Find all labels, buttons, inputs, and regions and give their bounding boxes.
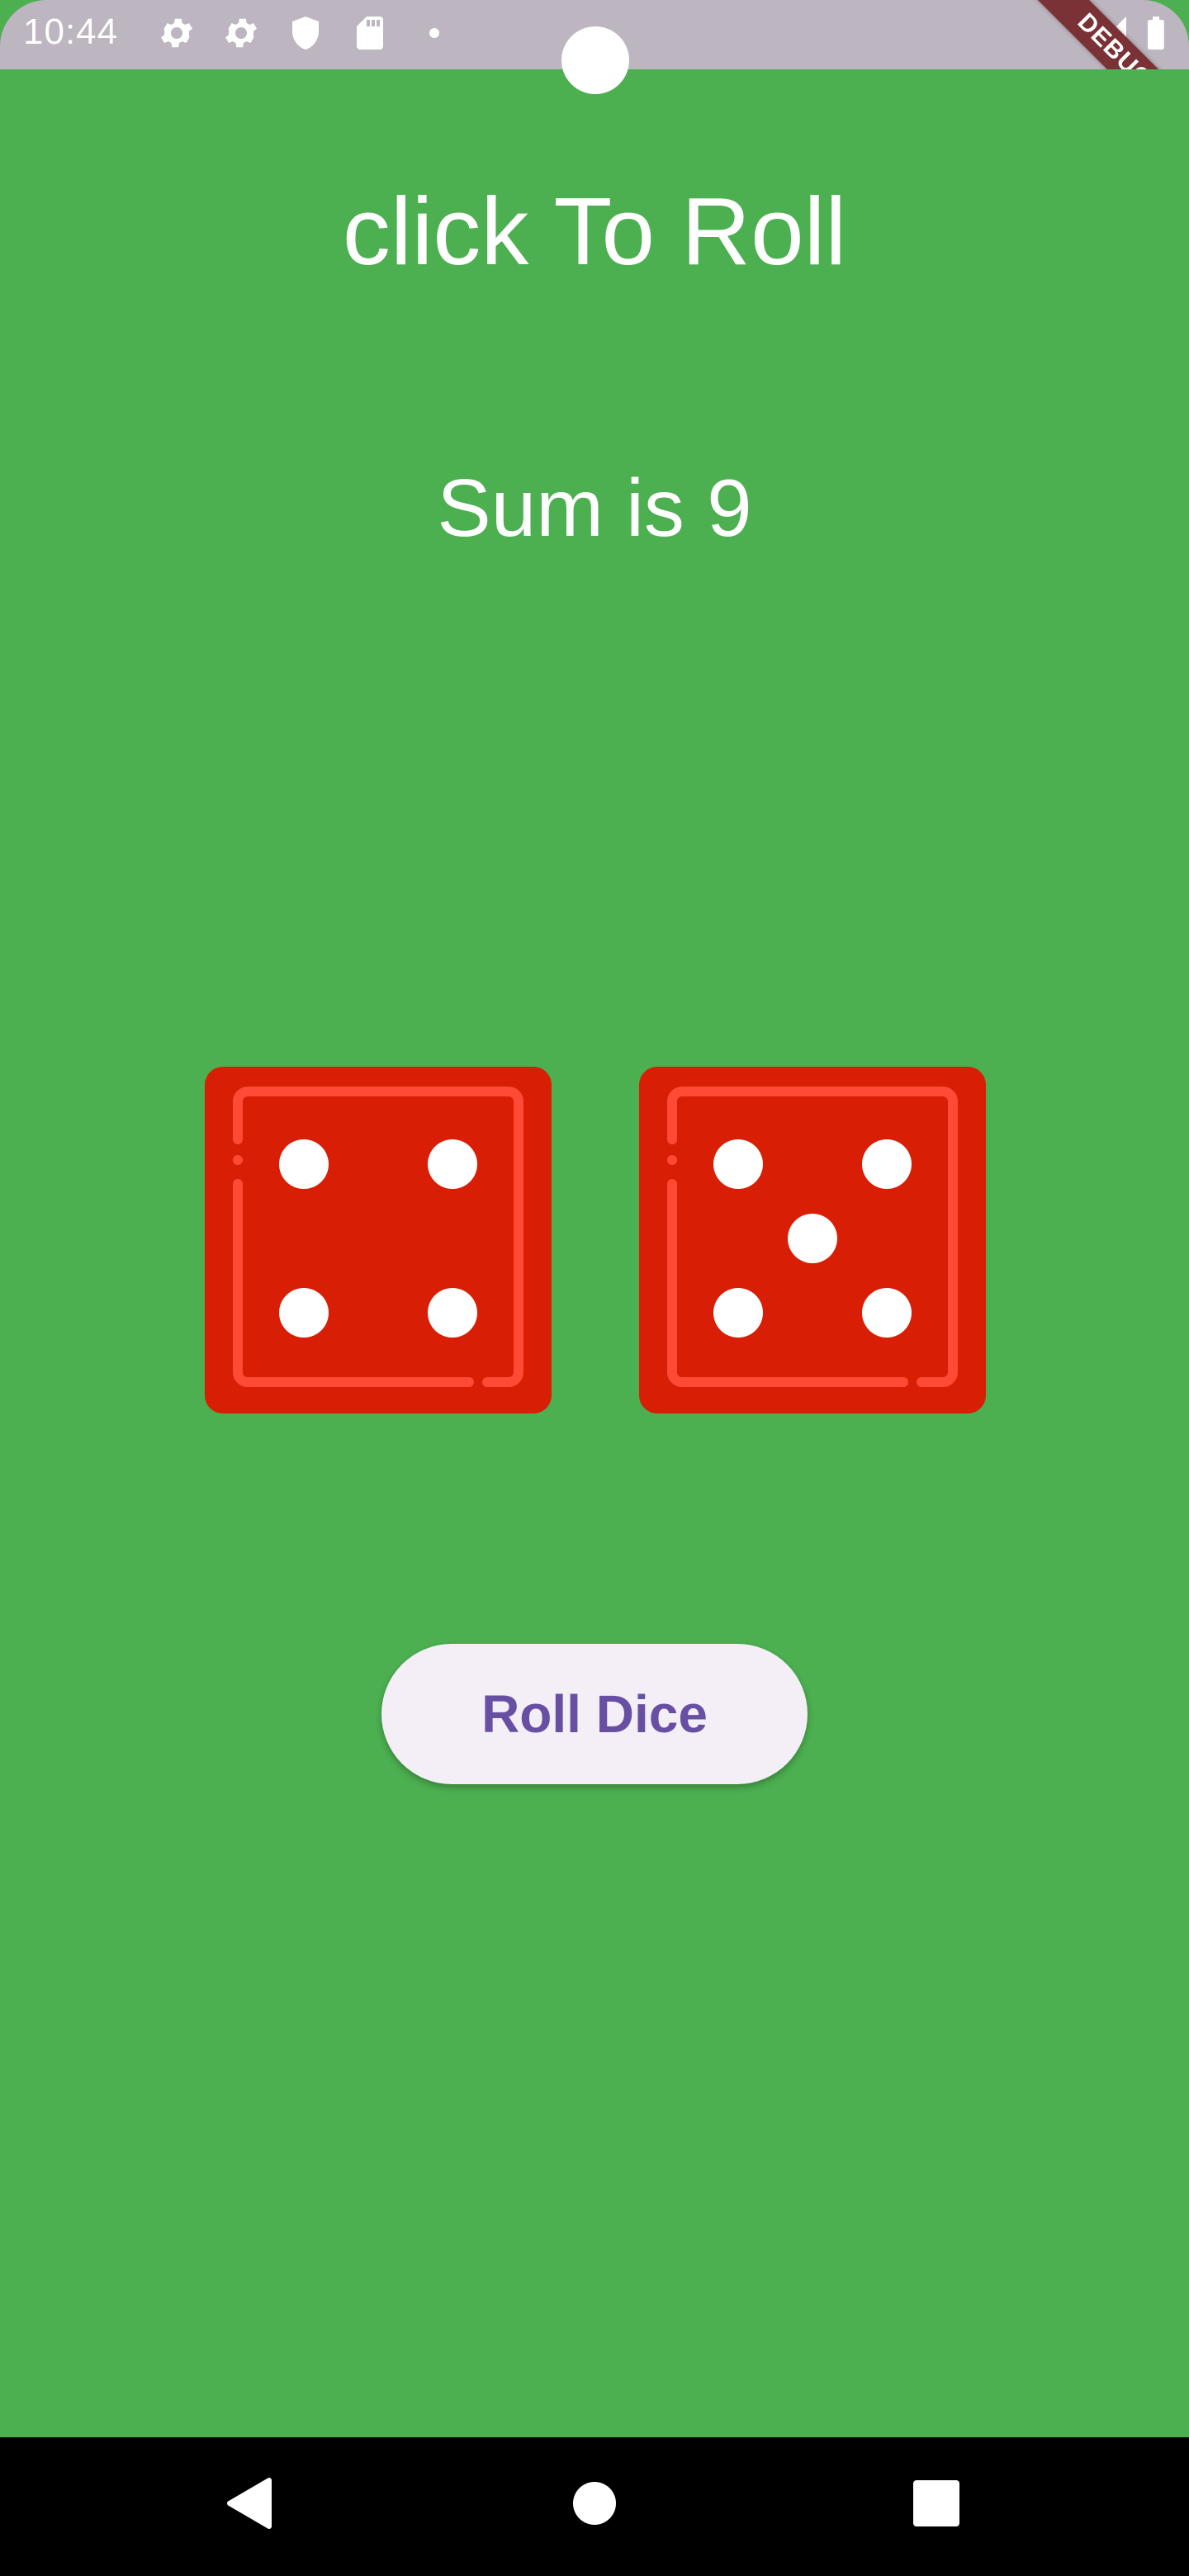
app-screen: 10:44 DEBUG click To Roll Sum is 9 Roll … bbox=[0, 0, 1189, 2576]
page-title: click To Roll bbox=[342, 178, 847, 285]
back-icon[interactable] bbox=[216, 2470, 282, 2536]
battery-icon bbox=[1148, 17, 1164, 50]
gear-icon bbox=[161, 18, 192, 48]
dice-row bbox=[205, 1067, 986, 1413]
shield-icon bbox=[292, 17, 319, 50]
gear-icon bbox=[225, 18, 257, 48]
status-time: 10:44 bbox=[23, 12, 119, 52]
sum-label: Sum is 9 bbox=[437, 462, 752, 553]
camera-cutout bbox=[561, 26, 629, 94]
dice-five-icon[interactable] bbox=[639, 1067, 986, 1413]
dot-icon bbox=[429, 28, 439, 38]
recents-icon[interactable] bbox=[903, 2470, 969, 2536]
home-icon[interactable] bbox=[561, 2470, 628, 2536]
navigation-bar bbox=[0, 2437, 1189, 2576]
roll-dice-button[interactable]: Roll Dice bbox=[381, 1644, 808, 1784]
sd-card-icon bbox=[357, 17, 383, 50]
dice-four-icon[interactable] bbox=[205, 1067, 552, 1413]
